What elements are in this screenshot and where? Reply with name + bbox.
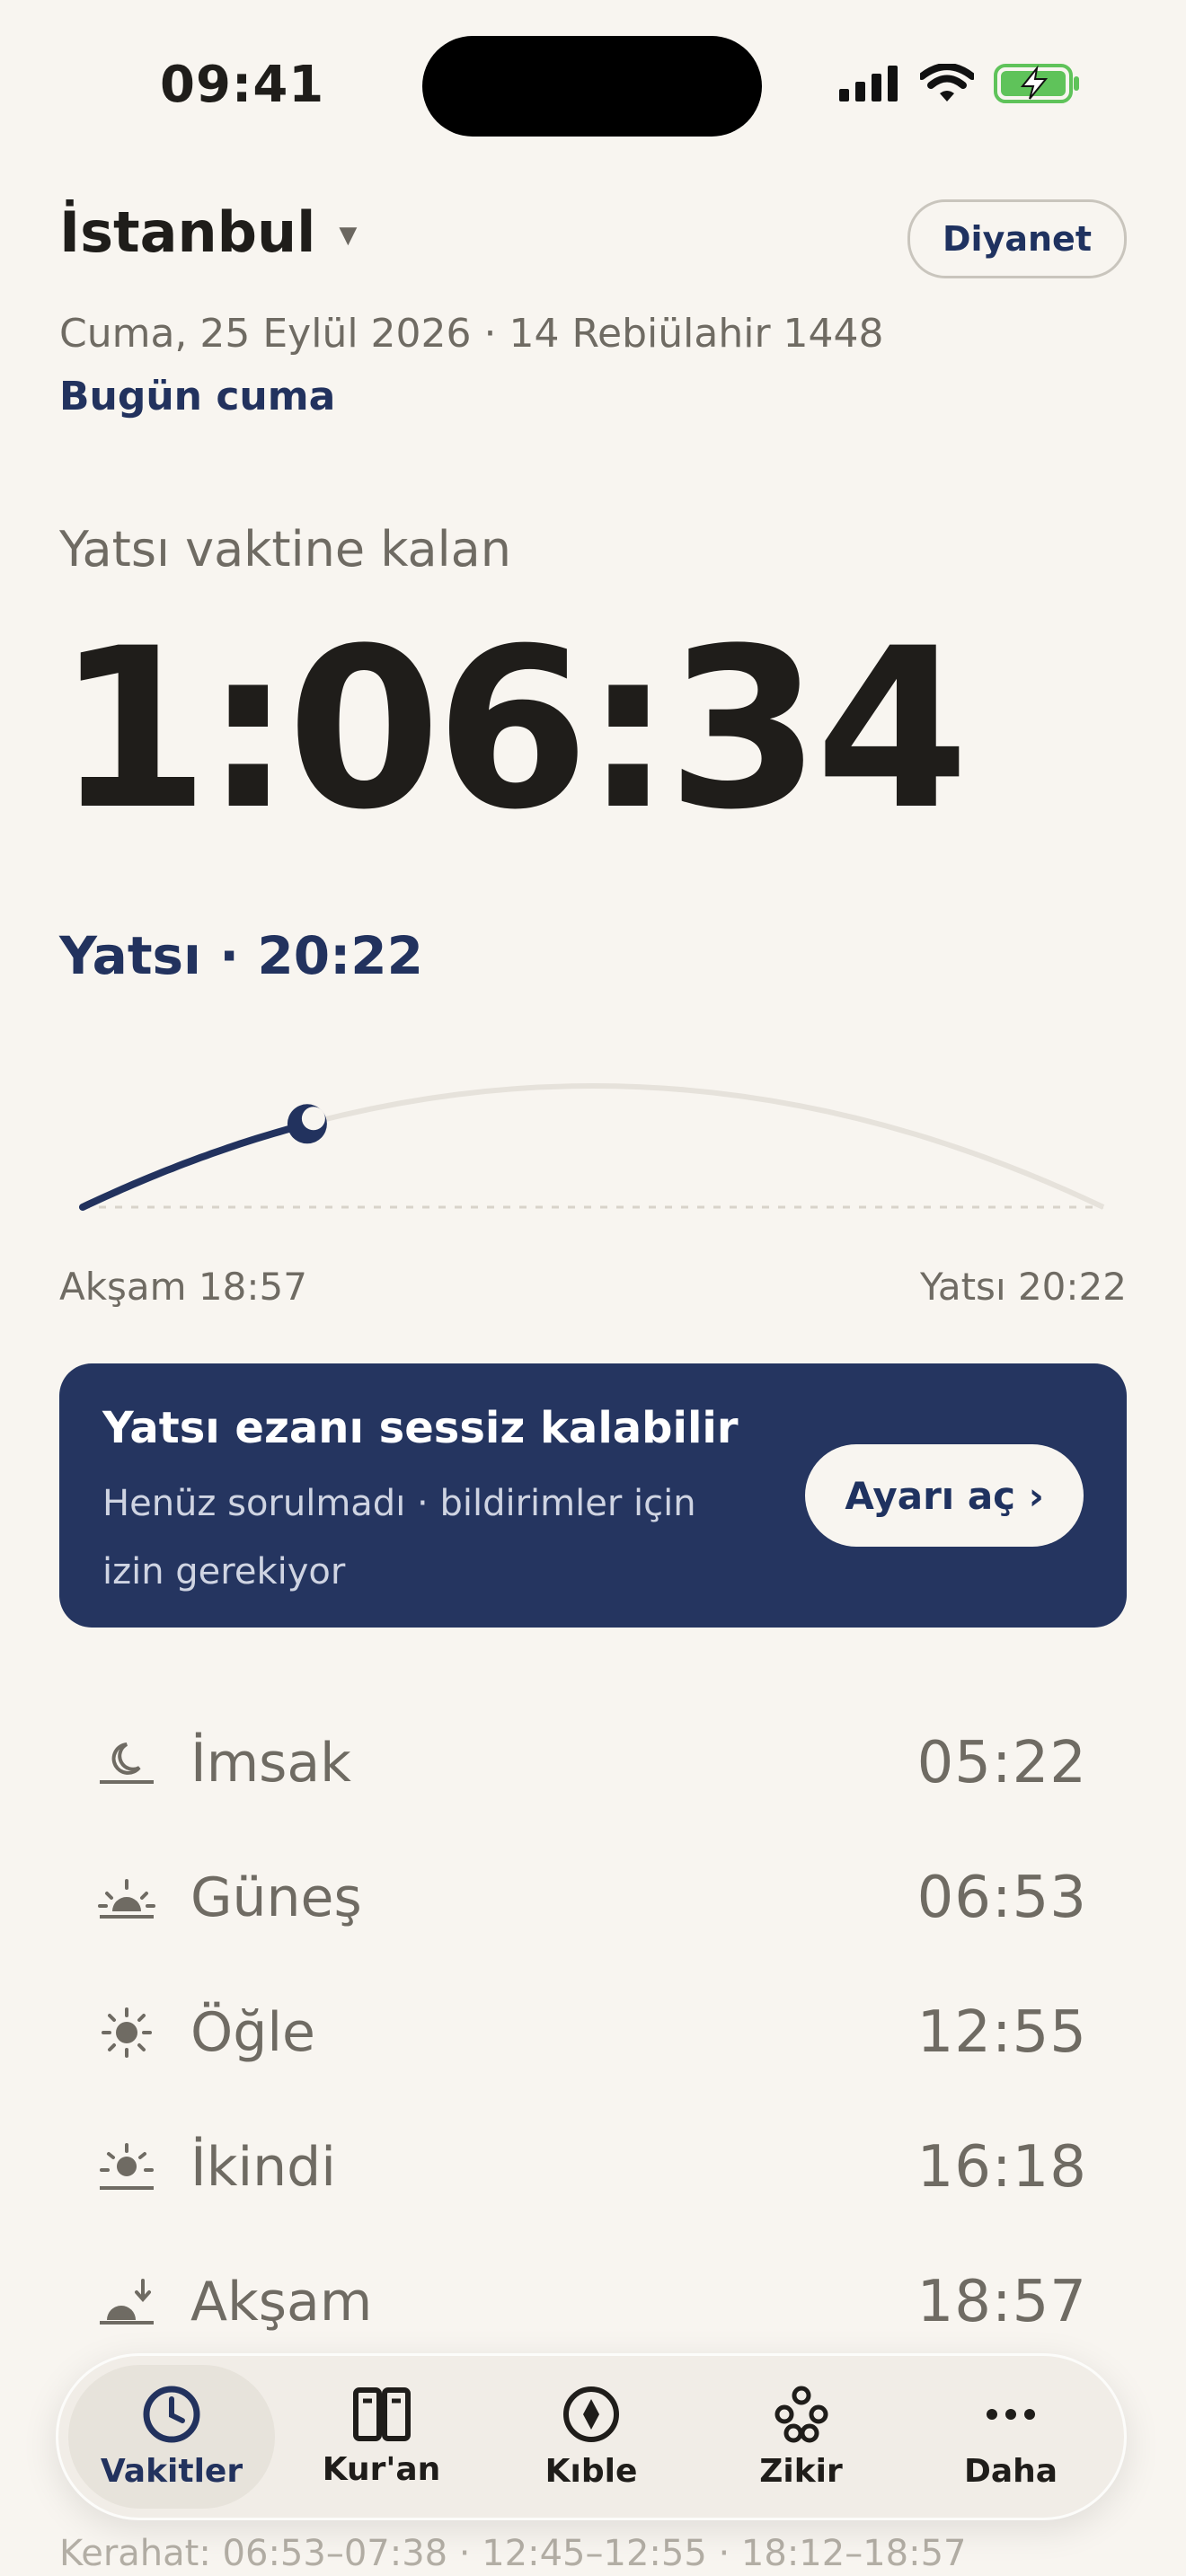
prayer-row-aksam[interactable]: Akşam 18:57 [95, 2253, 1087, 2351]
prayer-row-gunes[interactable]: Güneş 06:53 [95, 1848, 1087, 1947]
prayer-time: 12:55 [916, 1999, 1087, 2066]
tab-kible[interactable]: Kıble [488, 2365, 695, 2509]
friday-note: Bugün cuma [59, 374, 336, 419]
prayer-row-ogle[interactable]: Öğle 12:55 [95, 1983, 1087, 2082]
kerahat-note: Kerahat: 06:53–07:38 · 12:45–12:55 · 18:… [59, 2533, 967, 2574]
prayer-name: Öğle [190, 2001, 315, 2064]
sunrise-icon [95, 1866, 158, 1929]
more-icon [987, 2408, 1035, 2420]
city-name: İstanbul [59, 199, 316, 265]
tab-label: Zikir [759, 2452, 843, 2490]
tab-vakitler[interactable]: Vakitler [68, 2365, 275, 2509]
prayer-name: Güneş [190, 1866, 362, 1929]
prayer-name: İkindi [190, 2136, 336, 2199]
battery-charging-icon [994, 64, 1079, 103]
arc-start-label: Akşam 18:57 [59, 1265, 307, 1309]
date-line: Cuma, 25 Eylül 2026 · 14 Rebiülahir 1448 [59, 311, 884, 357]
countdown-value: 1:06:34 [56, 602, 969, 859]
tab-label: Kur'an [322, 2450, 441, 2488]
moon-horizon-icon [95, 1732, 158, 1795]
tab-zikir[interactable]: Zikir [698, 2365, 905, 2509]
sun-low-icon [95, 2136, 158, 2199]
city-selector[interactable]: İstanbul ▼ [59, 199, 357, 265]
silent-adhan-banner: Yatsı ezanı sessiz kalabilir Henüz sorul… [59, 1363, 1127, 1628]
tab-daha[interactable]: Daha [907, 2365, 1114, 2509]
prayer-time: 05:22 [916, 1730, 1087, 1796]
source-button[interactable]: Diyanet [907, 199, 1127, 278]
tab-label: Daha [963, 2452, 1058, 2490]
sunset-icon [95, 2271, 158, 2333]
tab-bar: Vakitler Kur'an Kıble Zikir Daha [56, 2353, 1127, 2520]
tab-label: Vakitler [100, 2452, 243, 2490]
sun-icon [95, 2001, 158, 2064]
arc-marker [287, 1104, 327, 1144]
prayer-time: 16:18 [916, 2134, 1087, 2201]
prayer-name: Akşam [190, 2271, 373, 2333]
open-settings-button[interactable]: Ayarı aç › [805, 1444, 1084, 1547]
compass-icon [563, 2386, 619, 2442]
next-prayer-label: Yatsı · 20:22 [59, 925, 423, 986]
progress-arc [79, 1083, 1105, 1211]
beads-icon [774, 2386, 828, 2442]
clock-icon [143, 2386, 200, 2442]
tab-kuran[interactable]: Kur'an [279, 2365, 485, 2509]
banner-subtitle: Henüz sorulmadı · bildirimler için izin … [102, 1483, 696, 1592]
arc-progress [79, 1120, 311, 1211]
prayer-name: İmsak [190, 1732, 351, 1795]
countdown-label: Yatsı vaktine kalan [59, 521, 511, 578]
prayer-row-imsak[interactable]: İmsak 05:22 [95, 1714, 1087, 1813]
tab-label: Kıble [544, 2452, 638, 2490]
dynamic-island [422, 36, 762, 137]
status-icons [839, 63, 1080, 104]
book-icon [352, 2386, 411, 2441]
prayer-row-ikindi[interactable]: İkindi 16:18 [95, 2118, 1087, 2217]
arc-end-label: Yatsı 20:22 [919, 1265, 1127, 1309]
banner-title: Yatsı ezanı sessiz kalabilir [102, 1403, 739, 1453]
wifi-icon [920, 64, 974, 101]
prayer-time: 18:57 [916, 2269, 1087, 2335]
status-time: 09:41 [160, 56, 325, 114]
prayer-time: 06:53 [916, 1865, 1087, 1931]
signal-icon [839, 66, 898, 101]
caret-down-icon: ▼ [339, 221, 358, 249]
